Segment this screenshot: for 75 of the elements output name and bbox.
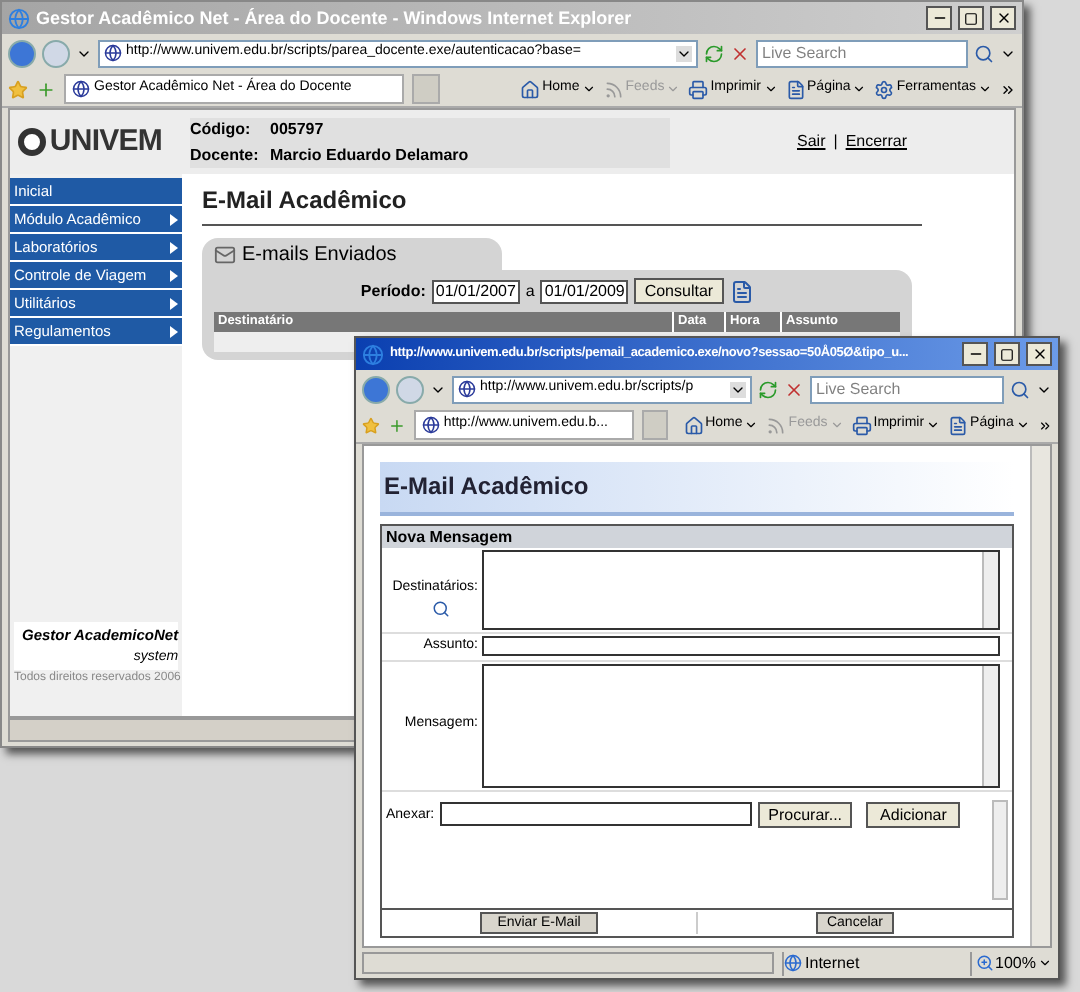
dropdown-icon — [666, 82, 681, 96]
feed-icon — [766, 415, 787, 435]
scrollbar — [992, 799, 1008, 900]
close-icon — [995, 10, 1011, 26]
logout-link[interactable]: Sair — [797, 130, 826, 154]
printer-icon — [851, 415, 872, 435]
dropdown-icon — [581, 82, 596, 96]
dropdown-icon[interactable] — [1038, 956, 1052, 970]
maximize-icon — [964, 11, 978, 25]
logo-emblem — [18, 128, 46, 156]
date-separator: a — [525, 279, 535, 303]
browser-icon — [362, 343, 384, 365]
minimize-button[interactable] — [962, 342, 988, 366]
dropdown-icon — [978, 82, 992, 96]
refresh-icon[interactable] — [704, 43, 724, 63]
stop-icon[interactable] — [784, 379, 804, 399]
more-icon[interactable] — [1037, 417, 1052, 433]
maximize-button[interactable] — [958, 6, 984, 30]
dropdown-icon[interactable] — [730, 381, 746, 397]
window-title: Gestor Acadêmico Net - Área do Docente - Windows Internet Explorer — [36, 9, 634, 27]
dropdown-icon — [744, 418, 759, 432]
dropdown-icon — [926, 418, 941, 432]
dropdown-icon — [1015, 418, 1030, 432]
link-separator: | — [833, 130, 838, 154]
start-date-field[interactable]: 01/01/2007 — [431, 279, 520, 303]
search-icon[interactable] — [974, 43, 994, 63]
maximize-icon — [1000, 347, 1014, 361]
panel-title: E-mails Enviados — [242, 241, 397, 269]
home-icon — [520, 79, 541, 99]
back-button[interactable] — [362, 375, 390, 403]
search-icon[interactable] — [1010, 379, 1030, 399]
feed-icon — [603, 79, 624, 99]
mail-icon — [214, 243, 236, 265]
exit-link[interactable]: Encerrar — [845, 130, 907, 154]
more-icon[interactable] — [1000, 81, 1016, 97]
zone-label: Internet — [805, 951, 860, 975]
query-button[interactable]: Consultar — [634, 278, 724, 304]
page-title: E-Mail Acadêmico — [202, 182, 922, 226]
page-title: E-Mail Acadêmico — [380, 462, 1014, 516]
browse-button[interactable]: Procurar... — [758, 801, 853, 827]
subject-field[interactable] — [482, 636, 1000, 657]
close-button[interactable] — [1026, 342, 1052, 366]
dropdown-icon[interactable] — [676, 45, 692, 61]
zoom-icon[interactable] — [975, 954, 994, 972]
minimize-button[interactable] — [926, 6, 952, 30]
close-icon — [1031, 346, 1047, 362]
search-field[interactable]: Live Search — [810, 375, 1004, 403]
recipients-field[interactable] — [482, 550, 1000, 630]
dropdown-icon — [829, 418, 844, 432]
back-button[interactable] — [8, 39, 36, 67]
dropdown-icon — [763, 82, 778, 96]
document-icon — [729, 279, 754, 303]
dropdown-icon — [852, 82, 867, 96]
globe-icon — [783, 954, 802, 972]
section-title: Nova Mensagem — [382, 526, 1012, 548]
stop-icon[interactable] — [730, 43, 750, 63]
close-button[interactable] — [990, 6, 1016, 30]
home-icon — [683, 415, 704, 435]
zoom-level: 100% — [995, 951, 1036, 975]
printer-icon — [688, 79, 709, 99]
teacher-name: Marcio Eduardo Delamaro — [270, 143, 469, 167]
maximize-button[interactable] — [994, 342, 1020, 366]
file-field[interactable] — [440, 801, 753, 825]
field-label: Código: — [190, 117, 250, 141]
search-field[interactable]: Live Search — [756, 39, 968, 67]
browser-icon — [8, 7, 30, 29]
logo: UNIVEM — [49, 121, 162, 162]
period-label: Período: — [360, 279, 426, 303]
add-button[interactable]: Adicionar — [866, 801, 961, 827]
code-value: 005797 — [270, 117, 324, 141]
message-field[interactable] — [482, 663, 1000, 787]
search-icon[interactable] — [432, 599, 450, 617]
end-date-field[interactable]: 01/01/2009 — [540, 279, 629, 303]
refresh-icon[interactable] — [758, 379, 778, 399]
gear-icon — [874, 79, 895, 99]
